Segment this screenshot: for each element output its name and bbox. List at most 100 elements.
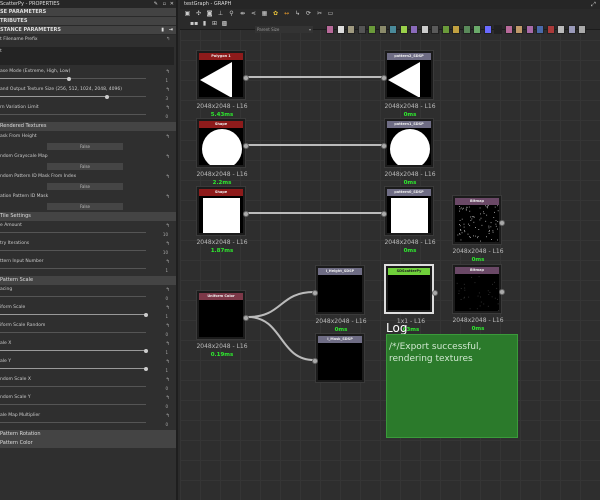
slider-track[interactable] [0,312,148,317]
section-instance-parameters[interactable]: STANCE PARAMETERS ▮ ⇥ [0,26,176,35]
node-scatter[interactable]: SDScatterPy 1x1 - L16 63ms [384,264,438,333]
reset-icon[interactable]: ↰ [166,223,170,229]
output-port[interactable] [499,289,505,295]
reset-icon[interactable]: ↰ [166,69,170,75]
slider-value: 3 [165,96,168,101]
pin-icon[interactable]: ✎ [154,0,158,8]
output-port[interactable] [243,143,249,149]
node-thumbnail [318,343,362,380]
output-port[interactable] [432,290,438,296]
node-timing: 0ms [471,257,485,263]
input-port[interactable] [312,358,318,364]
node-uniform[interactable]: Uniform Color 2048x2048 - L16 0.19ms [196,290,249,358]
node-pattern0[interactable]: pattern0_SDSP 2048x2048 - L16 0ms [381,186,436,254]
prefix-input[interactable]: t [0,47,174,65]
reset-icon[interactable]: ↰ [166,305,170,311]
bool-toggle-button[interactable]: False [47,183,123,190]
bool-toggle-button[interactable]: False [47,203,123,210]
slider-track[interactable] [0,332,146,333]
input-port[interactable] [312,290,318,296]
node-resolution: 2048x2048 - L16 [196,171,248,178]
bool-toggle-button[interactable]: False [47,163,123,170]
slider-track[interactable] [0,94,146,99]
reset-icon[interactable]: ↰ [166,174,170,180]
panel-title: ScatterPy - PROPERTIES [0,1,60,7]
close-icon[interactable]: ✕ [170,0,174,8]
reset-icon[interactable]: ↰ [166,194,170,200]
slider-value: 0 [165,422,168,427]
group-tile-settings[interactable]: Tile Settings [0,212,176,221]
slider-track[interactable] [0,114,146,115]
node-title: I_Mask_SDSP [318,336,362,343]
node-title: Uniform Color [199,293,243,300]
slider-track[interactable] [0,348,148,353]
export-icon[interactable]: ⇥ [169,26,173,35]
slider-track[interactable] [0,422,146,423]
node-bitmap1[interactable]: Bitmap 2048x2048 - L16 0ms [452,195,505,263]
link-uniform-mask[interactable] [247,316,315,361]
slider-track[interactable] [0,366,148,371]
graph-panel[interactable]: testGraph - GRAPH ▣ ✣ ◙ ⊥ ⚲ ⇹ ⋖ ▦ ✿ ↔ ↳ … [180,0,600,500]
reset-icon[interactable]: ↰ [166,87,170,93]
input-port[interactable] [381,75,387,81]
slider-fill [0,314,146,315]
slider-track[interactable] [0,404,146,405]
group-rendered-textures[interactable]: Rendered Textures [0,122,176,131]
slider-track[interactable] [0,232,146,233]
output-port[interactable] [243,75,249,81]
bool-row: ask From Height ↰ False [0,131,176,151]
input-port[interactable] [381,143,387,149]
reset-icon[interactable]: ↰ [166,395,170,401]
input-port[interactable] [381,211,387,217]
node-bitmap2[interactable]: Bitmap 2048x2048 - L16 0ms [452,264,505,332]
reset-icon[interactable]: ↰ [166,105,170,111]
slider-handle[interactable] [144,366,148,371]
group-pattern-scale[interactable]: Pattern Scale [0,276,176,285]
reset-icon[interactable]: ↰ [166,287,170,293]
node-pattern1[interactable]: pattern1_SDSP 2048x2048 - L16 0ms [381,118,436,186]
node-pattern2[interactable]: pattern2_SDSP 2048x2048 - L16 0ms [381,50,436,118]
bool-toggle-button[interactable]: False [47,143,123,150]
node-shape2[interactable]: Shape 2048x2048 - L16 1.87ms [196,186,249,254]
slider-track[interactable] [0,386,146,387]
section-base-parameters[interactable]: SE PARAMETERS [0,8,176,17]
output-port[interactable] [243,211,249,217]
slider-track[interactable] [0,296,146,297]
slider-value: 1 [165,314,168,319]
slider-track[interactable] [0,76,146,81]
preset-icon[interactable]: ▮ [161,26,164,35]
node-thumbnail [199,60,243,97]
reset-icon[interactable]: ↰ [166,259,170,265]
node-shape1[interactable]: Shape 2048x2048 - L16 2.2ms [196,118,249,186]
slider-track[interactable] [0,268,146,269]
slider-value: 10 [162,250,168,255]
maximize-icon[interactable]: ▫ [163,0,166,8]
slider-label: ndom Scale Y [0,395,31,400]
reset-icon[interactable]: ↰ [166,134,170,140]
reset-icon[interactable]: ↰ [166,377,170,383]
slider-track[interactable] [0,250,146,251]
slider-row: e Amount ↰ 10 [0,221,176,239]
group-pattern-color[interactable]: Pattern Color [0,439,176,448]
reset-icon[interactable]: ↰ [166,154,170,160]
slider-handle[interactable] [144,312,148,317]
reset-icon[interactable]: ↰ [166,413,170,419]
link-uniform-height[interactable] [247,291,315,318]
prefix-row: t Filename Prefix ↰ [0,35,176,45]
slider-row: iform Scale ↰ 1 [0,303,176,321]
slider-handle[interactable] [144,348,148,353]
slider-handle[interactable] [66,76,71,81]
slider-handle[interactable] [104,94,109,99]
output-port[interactable] [499,220,505,226]
output-port[interactable] [243,315,249,321]
node-polygon[interactable]: Polygon 1 2048x2048 - L16 5.43ms [196,50,249,118]
reset-icon[interactable]: ↰ [166,323,170,329]
reset-icon[interactable]: ↰ [166,359,170,365]
node-height[interactable]: I_Height_SDSP 2048x2048 - L16 0ms [312,265,367,333]
reset-icon[interactable]: ↰ [166,241,170,247]
node-mask[interactable]: I_Mask_SDSP [312,333,365,383]
reset-icon[interactable]: ↰ [166,341,170,347]
group-pattern-rotation[interactable]: Pattern Rotation [0,430,176,439]
reset-icon[interactable]: ↰ [166,37,170,42]
section-attributes[interactable]: TRIBUTES [0,17,176,26]
